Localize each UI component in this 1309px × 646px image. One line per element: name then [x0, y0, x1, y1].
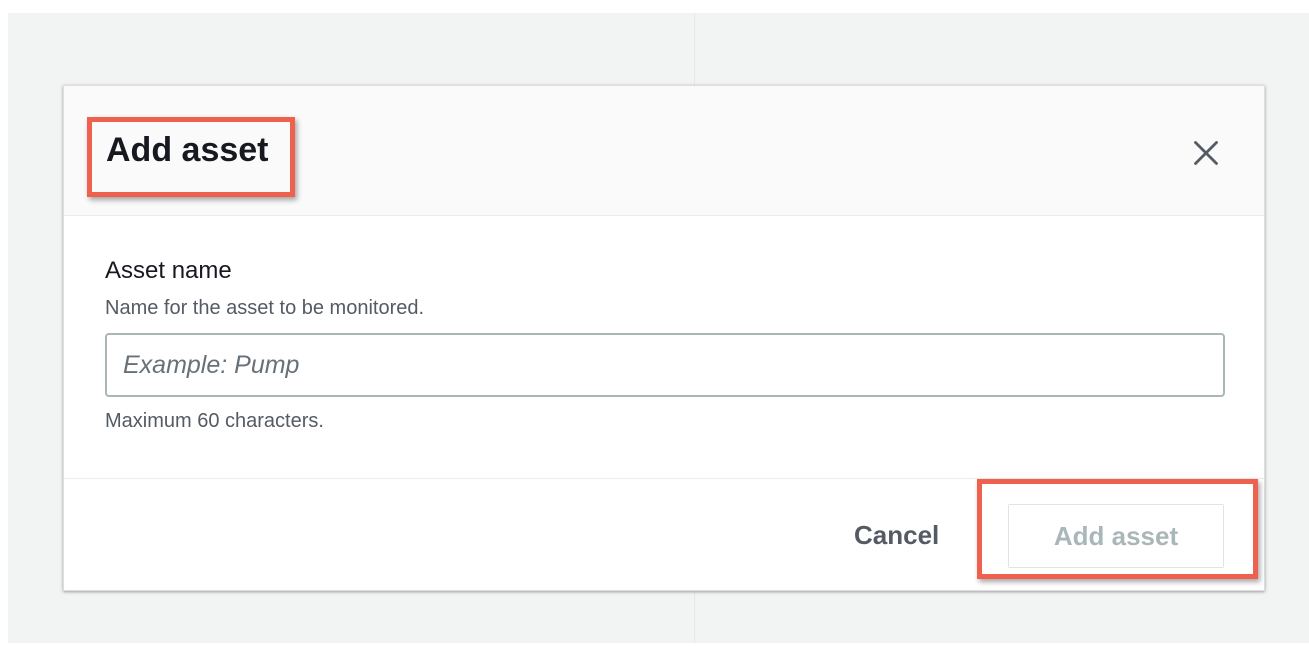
modal-title: Add asset	[106, 131, 269, 169]
asset-name-input[interactable]	[105, 333, 1225, 397]
asset-name-description: Name for the asset to be monitored.	[105, 297, 425, 319]
asset-name-label: Asset name	[105, 257, 232, 284]
asset-name-constraint: Maximum 60 characters.	[105, 410, 324, 432]
modal-header: Add asset	[64, 86, 1264, 216]
close-icon	[1194, 141, 1218, 165]
add-asset-button[interactable]: Add asset	[1008, 504, 1224, 568]
add-asset-modal: Add asset Asset name Name for the asset …	[63, 85, 1265, 591]
close-button[interactable]	[1186, 133, 1226, 173]
cancel-button[interactable]: Cancel	[842, 507, 951, 563]
modal-footer: Cancel Add asset	[64, 478, 1264, 591]
